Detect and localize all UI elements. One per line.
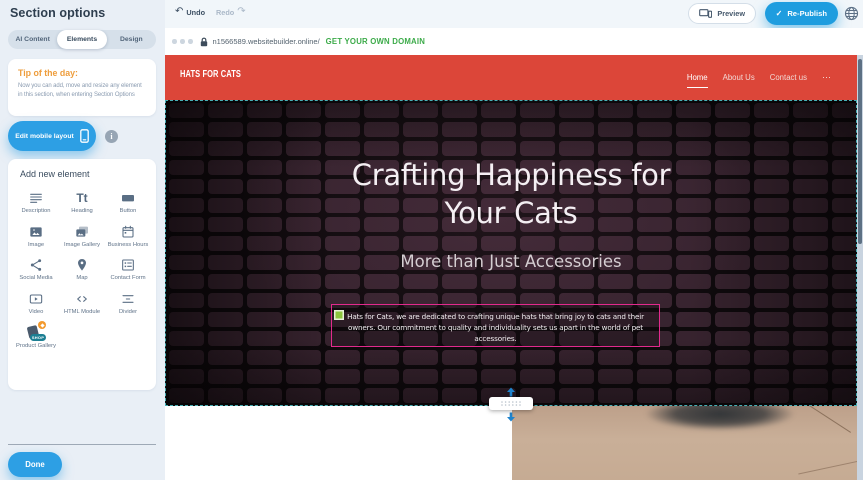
- social-media-icon: [28, 257, 44, 273]
- get-domain-link[interactable]: GET YOUR OWN DOMAIN: [326, 37, 425, 46]
- tip-title: Tip of the day:: [18, 68, 146, 78]
- undo-icon: [175, 7, 183, 17]
- app: Section options AI Content Elements Desi…: [0, 0, 863, 480]
- hero-heading[interactable]: Crafting Happiness for Your Cats: [326, 156, 696, 233]
- redo-icon: [237, 7, 245, 17]
- site-header: HATS FOR CATS Home About Us Contact us ⋯: [165, 55, 857, 100]
- panel-divider: [8, 444, 156, 445]
- divider-icon: [120, 291, 136, 307]
- element-image[interactable]: Image: [13, 219, 59, 253]
- resize-arrow-up-icon[interactable]: [506, 387, 516, 397]
- element-social-media[interactable]: Social Media: [13, 252, 59, 286]
- page-title: Section options: [10, 6, 105, 20]
- preview-scrollbar[interactable]: [857, 55, 863, 480]
- language-globe-button[interactable]: [842, 4, 860, 22]
- tip-body: Now you can add, move and resize any ele…: [18, 82, 146, 100]
- site-url: n1566589.websitebuilder.online/: [213, 37, 320, 46]
- image-gallery-icon: [74, 224, 90, 240]
- drag-dots-icon: [500, 400, 522, 407]
- tip-of-the-day-card: Tip of the day: Now you can add, move an…: [8, 59, 156, 116]
- tab-elements[interactable]: Elements: [57, 30, 106, 49]
- shop-badge: SHOP: [30, 334, 46, 341]
- selected-text-element[interactable]: Hats for Cats, we are dedicated to craft…: [331, 304, 660, 347]
- browser-bar: n1566589.websitebuilder.online/ GET YOUR…: [165, 28, 863, 55]
- nav-contact-us[interactable]: Contact us: [770, 73, 807, 82]
- element-contact-form[interactable]: Contact Form: [105, 252, 151, 286]
- button-icon: [120, 190, 136, 206]
- section-resize-handle[interactable]: [489, 397, 533, 410]
- section-options-panel: Section options AI Content Elements Desi…: [0, 0, 165, 480]
- preview-button[interactable]: Preview: [688, 3, 756, 24]
- map-pin-icon: [74, 257, 90, 273]
- republish-button[interactable]: Re-Publish: [765, 2, 838, 25]
- business-hours-icon: [120, 224, 136, 240]
- contact-form-icon: [120, 257, 136, 273]
- selection-handle-icon[interactable]: [334, 310, 344, 320]
- resize-arrow-down-icon[interactable]: [506, 412, 516, 422]
- add-element-card: Add new element Description Tt Heading B…: [8, 159, 156, 390]
- product-gallery-icon: SHOP: [25, 324, 47, 341]
- element-html-module[interactable]: HTML Module: [59, 286, 105, 320]
- panel-tabs: AI Content Elements Design: [8, 30, 156, 49]
- hero-subheading[interactable]: More than Just Accessories: [166, 252, 856, 271]
- nav-about-us[interactable]: About Us: [723, 73, 755, 82]
- edit-mobile-layout-label: Edit mobile layout: [15, 133, 74, 140]
- undo-button[interactable]: Undo: [175, 7, 205, 17]
- scrollbar-thumb[interactable]: [858, 59, 862, 244]
- new-badge-icon: [38, 321, 46, 329]
- element-map[interactable]: Map: [59, 252, 105, 286]
- element-image-gallery[interactable]: Image Gallery: [59, 219, 105, 253]
- redo-button[interactable]: Redo: [216, 7, 246, 17]
- element-button[interactable]: Button: [105, 185, 151, 219]
- devices-icon: [699, 9, 712, 18]
- video-icon: [28, 291, 44, 307]
- lock-icon: [200, 37, 208, 47]
- globe-icon: [844, 6, 859, 21]
- heading-icon: Tt: [76, 190, 87, 206]
- add-element-title: Add new element: [8, 159, 156, 183]
- element-divider[interactable]: Divider: [105, 286, 151, 320]
- hero-paragraph: Hats for Cats, we are dedicated to craft…: [340, 311, 651, 344]
- topbar: Undo Redo Preview Re-Publish: [165, 0, 863, 28]
- nav-home[interactable]: Home: [687, 73, 708, 88]
- element-video[interactable]: Video: [13, 286, 59, 320]
- done-button[interactable]: Done: [8, 452, 62, 477]
- browser-dots: [172, 39, 193, 44]
- tab-design[interactable]: Design: [107, 30, 156, 49]
- element-product-gallery[interactable]: SHOP Product Gallery: [13, 319, 59, 354]
- image-icon: [28, 224, 44, 240]
- hero-section[interactable]: Crafting Happiness for Your Cats More th…: [165, 100, 857, 406]
- site-nav: Home About Us Contact us ⋯: [687, 55, 831, 100]
- info-icon[interactable]: [105, 130, 118, 143]
- element-description[interactable]: Description: [13, 185, 59, 219]
- element-heading[interactable]: Tt Heading: [59, 185, 105, 219]
- html-module-icon: [74, 291, 90, 307]
- cat-shadow: [620, 406, 820, 436]
- check-icon: [776, 9, 783, 18]
- element-business-hours[interactable]: Business Hours: [105, 219, 151, 253]
- site-preview: HATS FOR CATS Home About Us Contact us ⋯…: [165, 55, 857, 480]
- tab-ai-content[interactable]: AI Content: [8, 30, 57, 49]
- description-icon: [28, 190, 44, 206]
- cat-photo: [512, 406, 857, 480]
- element-grid: Description Tt Heading Button Image Imag…: [8, 183, 156, 354]
- edit-mobile-layout-button[interactable]: Edit mobile layout: [8, 121, 96, 151]
- site-logo[interactable]: HATS FOR CATS: [180, 68, 241, 80]
- phone-icon: [80, 129, 89, 143]
- nav-more-icon[interactable]: ⋯: [822, 72, 831, 83]
